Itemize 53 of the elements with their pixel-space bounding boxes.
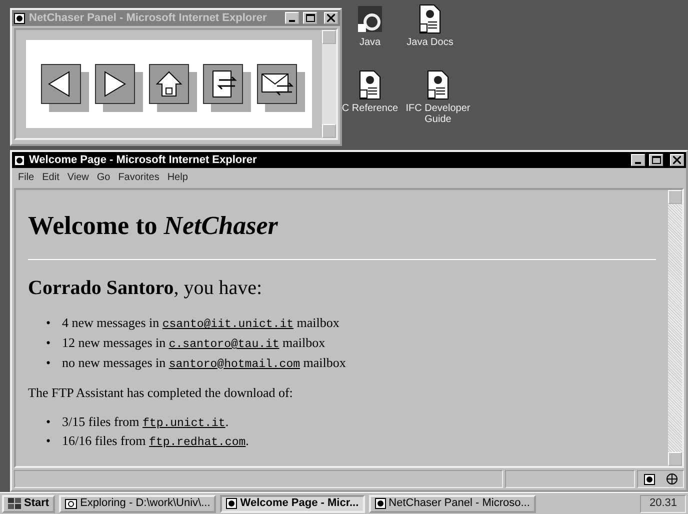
menu-item[interactable]: Favorites — [118, 170, 160, 185]
bullet-mark: • — [46, 314, 52, 332]
link[interactable]: ftp.unict.it — [142, 416, 226, 430]
document-shortcut-icon — [426, 70, 450, 100]
bullet-mark: • — [46, 334, 52, 352]
document-shortcut-icon — [418, 4, 442, 34]
icon-label: Java Docs — [406, 36, 454, 48]
bullet-mark: • — [46, 432, 52, 450]
close-icon — [673, 156, 681, 164]
start-button[interactable]: Start — [2, 494, 56, 512]
icon-label: IFC Developer Guide — [404, 102, 472, 126]
icon-label: C Reference — [342, 102, 398, 114]
menu-item[interactable]: Help — [167, 170, 188, 185]
java-shortcut-icon — [356, 4, 384, 34]
clock-text: 20.31 — [640, 494, 686, 512]
close-icon — [327, 14, 335, 22]
link[interactable]: santoro@hotmail.com — [168, 358, 300, 371]
browser-icon — [374, 498, 386, 509]
window-title: Welcome Page - Microsoft Internet Explorer — [29, 152, 257, 168]
browser-icon — [14, 12, 25, 24]
maximize-icon — [652, 156, 661, 164]
menu-item[interactable]: File — [18, 170, 34, 185]
close-button[interactable] — [670, 154, 684, 166]
maximize-icon — [306, 14, 315, 22]
link[interactable]: c.santoro@tau.it — [168, 338, 280, 351]
minimize-button[interactable] — [631, 154, 646, 166]
minimize-button[interactable] — [285, 12, 300, 24]
windows-logo-icon — [8, 498, 21, 510]
paragraph-text: The FTP Assistant has completed the download of: — [28, 384, 294, 402]
bullet-mark: • — [46, 354, 52, 372]
taskbar-button[interactable]: Exploring - D:\work\Univ\... — [59, 494, 216, 512]
maximize-button[interactable] — [649, 154, 664, 166]
browser-icon — [644, 474, 654, 484]
document-shortcut-icon — [358, 70, 382, 100]
menu-item[interactable]: View — [67, 170, 89, 185]
menu-item[interactable]: Go — [96, 170, 110, 185]
link[interactable]: csanto@iit.unict.it — [162, 318, 294, 332]
list-item: 4 new messages in csanto@iit.unict.it mailbox — [62, 314, 340, 334]
close-button[interactable] — [324, 12, 338, 24]
list-item: no new messages in santoro@hotmail.com mailbox — [62, 354, 346, 373]
globe-icon — [666, 473, 678, 485]
bullet-mark: • — [46, 412, 52, 431]
page-heading: Welcome to NetChaser — [28, 210, 279, 242]
taskbar-button[interactable]: NetChaser Panel - Microso... — [368, 494, 536, 512]
maximize-button[interactable] — [303, 12, 318, 24]
browser-icon — [226, 498, 238, 509]
list-item: 12 new messages in c.santoro@tau.it mailbox — [62, 334, 326, 353]
taskbar-button[interactable]: Welcome Page - Micr... — [220, 494, 365, 512]
menu-item[interactable]: Edit — [42, 170, 60, 185]
link[interactable]: ftp.redhat.com — [149, 436, 246, 450]
greeting-text: Corrado Santoro, you have: — [28, 276, 264, 300]
icon-label: Java — [359, 36, 381, 48]
window-title: NetChaser Panel - Microsoft Internet Explorer — [29, 10, 267, 26]
